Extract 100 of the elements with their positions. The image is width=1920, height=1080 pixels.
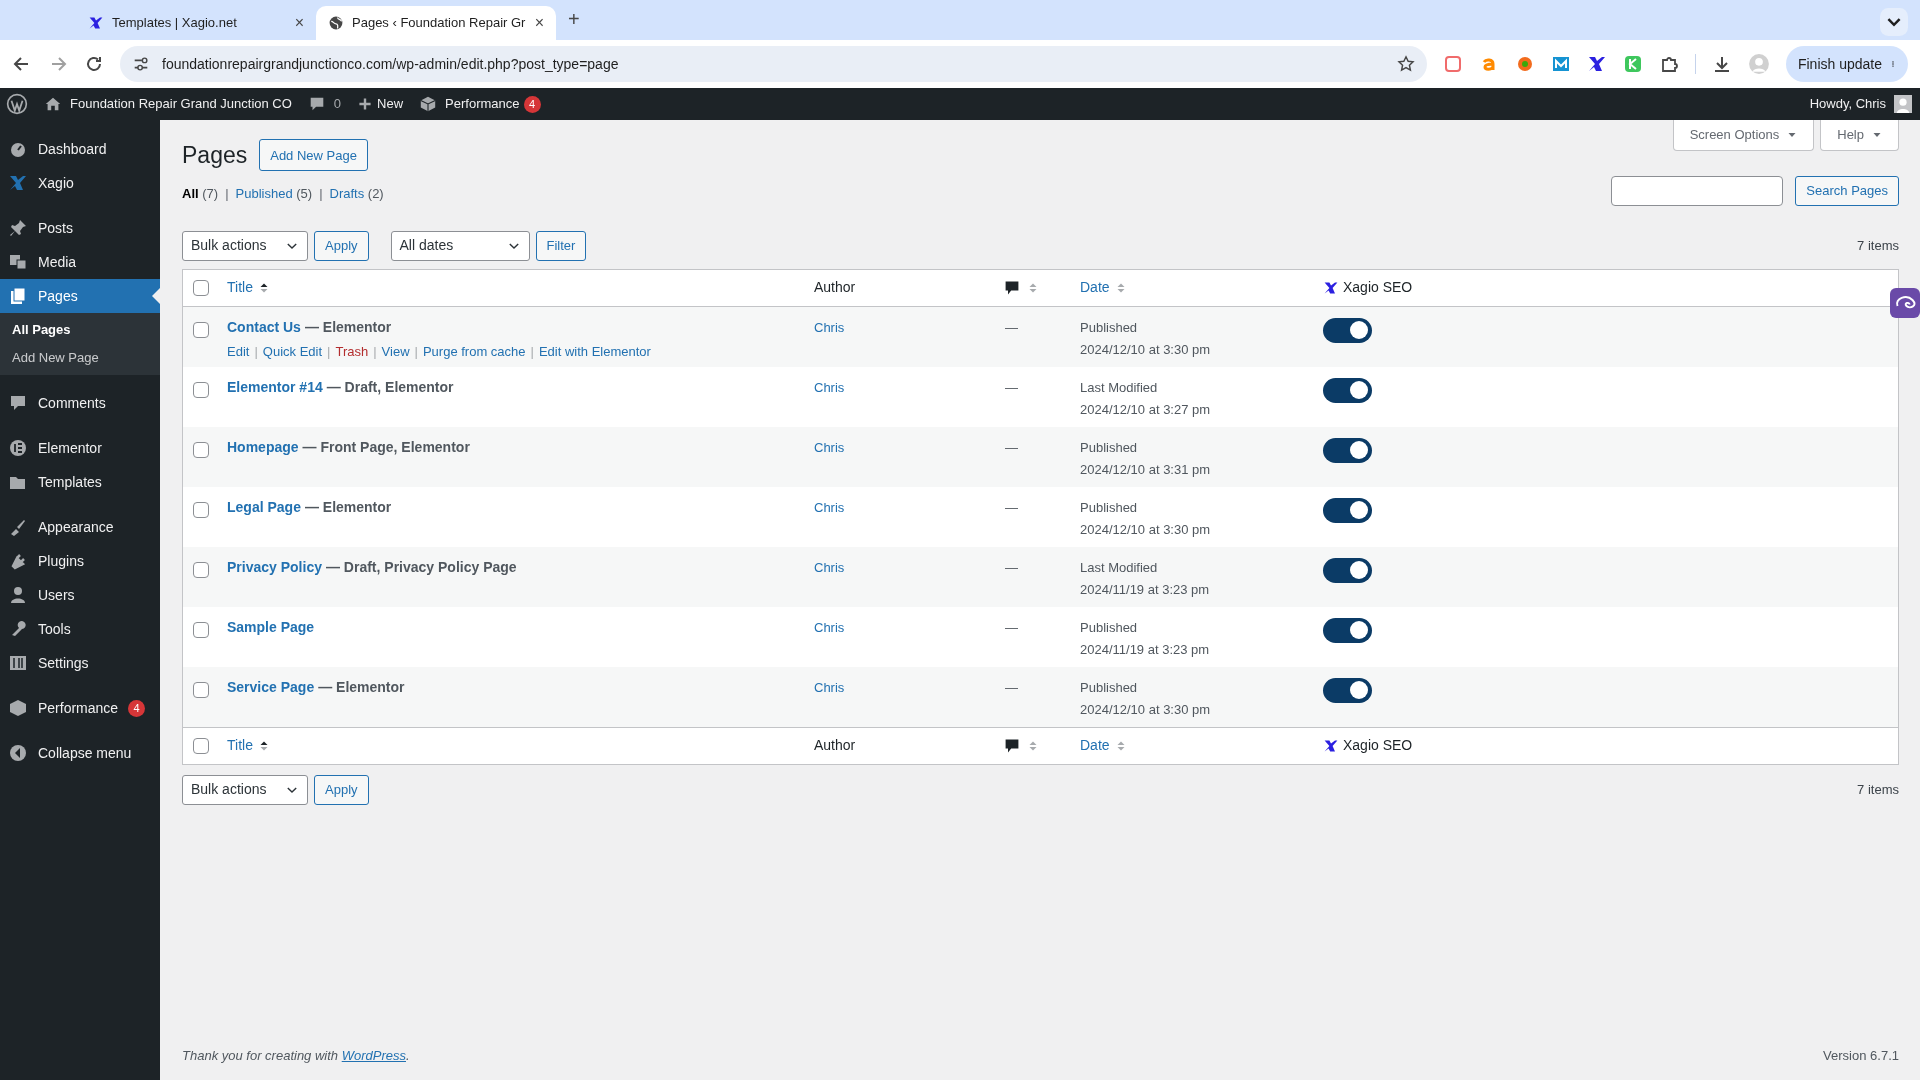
comment-icon[interactable] — [1004, 279, 1020, 296]
sidebar-item[interactable]: Plugins — [0, 544, 160, 578]
page-title-link[interactable]: Elementor #14 — [227, 376, 323, 398]
sidebar-item[interactable]: Collapse menu — [0, 736, 160, 770]
sidebar-item[interactable]: Performance 4 — [0, 691, 160, 725]
row-action-link[interactable]: View — [381, 341, 410, 361]
x-logo-icon[interactable] — [1586, 54, 1607, 74]
star-icon[interactable] — [1396, 55, 1415, 73]
row-action-link[interactable]: Trash — [335, 341, 369, 361]
author-link[interactable]: Chris — [814, 319, 845, 335]
column-header[interactable]: Date — [1080, 735, 1110, 756]
collapse-icon — [8, 743, 28, 763]
post-status: Published — [1080, 678, 1139, 697]
performance-link[interactable]: Performance — [419, 94, 520, 114]
square-icon[interactable] — [1550, 54, 1571, 74]
author-link[interactable]: Chris — [814, 379, 845, 395]
chevron-down-icon[interactable] — [1880, 8, 1908, 36]
new-tab-button[interactable]: + — [568, 4, 580, 34]
close-tab-button[interactable]: × — [534, 11, 544, 35]
checkbox[interactable] — [193, 501, 209, 518]
author-link[interactable]: Chris — [814, 679, 845, 695]
toggle-switch[interactable] — [1323, 617, 1372, 643]
filter-button[interactable]: Filter — [535, 230, 587, 261]
checkbox[interactable] — [193, 321, 209, 338]
submenu-item[interactable]: Add New Page — [0, 344, 160, 372]
column-header: Author — [814, 736, 857, 755]
comment-icon — [8, 393, 28, 413]
row-action-link[interactable]: Edit — [227, 341, 250, 361]
sidebar-item[interactable]: Pages — [0, 279, 160, 313]
row-action-link[interactable]: Purge from cache — [422, 341, 526, 361]
sidebar-item[interactable]: Tools — [0, 612, 160, 646]
sidebar-item[interactable]: Users — [0, 578, 160, 612]
apply-button[interactable]: Apply — [314, 774, 369, 805]
toggle-switch[interactable] — [1323, 557, 1372, 583]
checkbox[interactable] — [193, 621, 209, 638]
column-header[interactable]: Date — [1080, 277, 1110, 298]
close-tab-button[interactable]: × — [294, 11, 304, 35]
wordpress-logo-icon[interactable] — [6, 93, 28, 115]
author-link[interactable]: Chris — [814, 499, 845, 515]
sidebar-item[interactable]: Settings — [0, 646, 160, 680]
reload-icon[interactable] — [84, 54, 104, 74]
page-title-link[interactable]: Legal Page — [227, 496, 301, 518]
checkbox[interactable] — [193, 279, 209, 296]
author-link[interactable]: Chris — [814, 559, 845, 575]
page-title-link[interactable]: Contact Us — [227, 316, 301, 338]
page-title-link[interactable]: Homepage — [227, 436, 299, 458]
sidebar-item[interactable]: Dashboard — [0, 132, 160, 166]
author-link[interactable]: Chris — [814, 619, 845, 635]
view-filter-link[interactable]: All (7) — [182, 184, 219, 204]
post-date: 2024/12/10 at 3:30 pm — [1080, 701, 1212, 719]
checkbox[interactable] — [193, 737, 209, 754]
browser-tab[interactable]: Templates | Xagio.net × — [76, 6, 316, 40]
view-filter-link[interactable]: Published (5) — [235, 184, 313, 204]
page-title-link[interactable]: Privacy Policy — [227, 556, 322, 578]
sidebar-item[interactable]: Xagio — [0, 166, 160, 200]
new-link[interactable]: New — [357, 94, 404, 114]
search-pages-button[interactable]: Search Pages — [1795, 175, 1899, 206]
row-action-link[interactable]: Quick Edit — [262, 341, 323, 361]
comments-link[interactable]: 0 — [307, 94, 342, 114]
toggle-switch[interactable] — [1323, 677, 1372, 703]
dropdown[interactable]: All dates — [390, 230, 530, 261]
checkbox[interactable] — [193, 381, 209, 398]
sidebar-item[interactable]: Templates — [0, 465, 160, 499]
sidebar-item[interactable]: Media — [0, 245, 160, 279]
checkbox[interactable] — [193, 561, 209, 578]
browser-tab[interactable]: Pages ‹ Foundation Repair Gr × — [316, 6, 556, 40]
view-filter-link[interactable]: Drafts (2) — [329, 184, 384, 204]
toggle-switch[interactable] — [1323, 437, 1372, 463]
dropdown[interactable]: Bulk actions — [182, 230, 308, 261]
toggle-switch[interactable] — [1323, 497, 1372, 523]
site-name-link[interactable]: Foundation Repair Grand Junction CO — [44, 94, 292, 114]
comment-icon[interactable] — [1004, 737, 1020, 754]
page-title-link[interactable]: Sample Page — [227, 616, 315, 638]
checkbox[interactable] — [193, 441, 209, 458]
search-field[interactable] — [1611, 175, 1784, 206]
sidebar-item[interactable]: Appearance — [0, 510, 160, 544]
sidebar-item[interactable]: Posts — [0, 211, 160, 245]
apply-button[interactable]: Apply — [314, 230, 369, 261]
screen-meta-tab[interactable]: Screen Options — [1672, 120, 1815, 151]
account-link[interactable]: Howdy, Chris — [1809, 94, 1912, 114]
checkbox[interactable] — [193, 681, 209, 698]
column-header[interactable]: Title — [227, 277, 253, 298]
toggle-switch[interactable] — [1323, 317, 1372, 343]
author-link[interactable]: Chris — [814, 439, 845, 455]
row-action-link[interactable]: Edit with Elementor — [538, 341, 651, 361]
sidebar-item[interactable]: Comments — [0, 386, 160, 420]
comment-count: — — [1005, 439, 1018, 455]
submenu-item[interactable]: All Pages — [0, 316, 160, 344]
address-bar[interactable]: foundationrepairgrandjunctionco.com/wp-admin/edit.php?post_type=page — [120, 46, 1427, 82]
column-header: Xagio SEO — [1343, 278, 1413, 297]
toggle-switch[interactable] — [1323, 377, 1372, 403]
finish-update-button[interactable]: Finish update — [1785, 46, 1908, 82]
column-header[interactable]: Title — [227, 735, 253, 756]
wordpress-link[interactable]: WordPress — [341, 1048, 406, 1064]
square-icon[interactable] — [1442, 54, 1463, 74]
sidebar-item[interactable]: Elementor — [0, 431, 160, 465]
screen-meta-tab[interactable]: Help — [1820, 120, 1899, 151]
dropdown[interactable]: Bulk actions — [182, 774, 308, 805]
page-title-link[interactable]: Service Page — [227, 676, 315, 698]
add-new-page-button[interactable]: Add New Page — [259, 139, 368, 172]
